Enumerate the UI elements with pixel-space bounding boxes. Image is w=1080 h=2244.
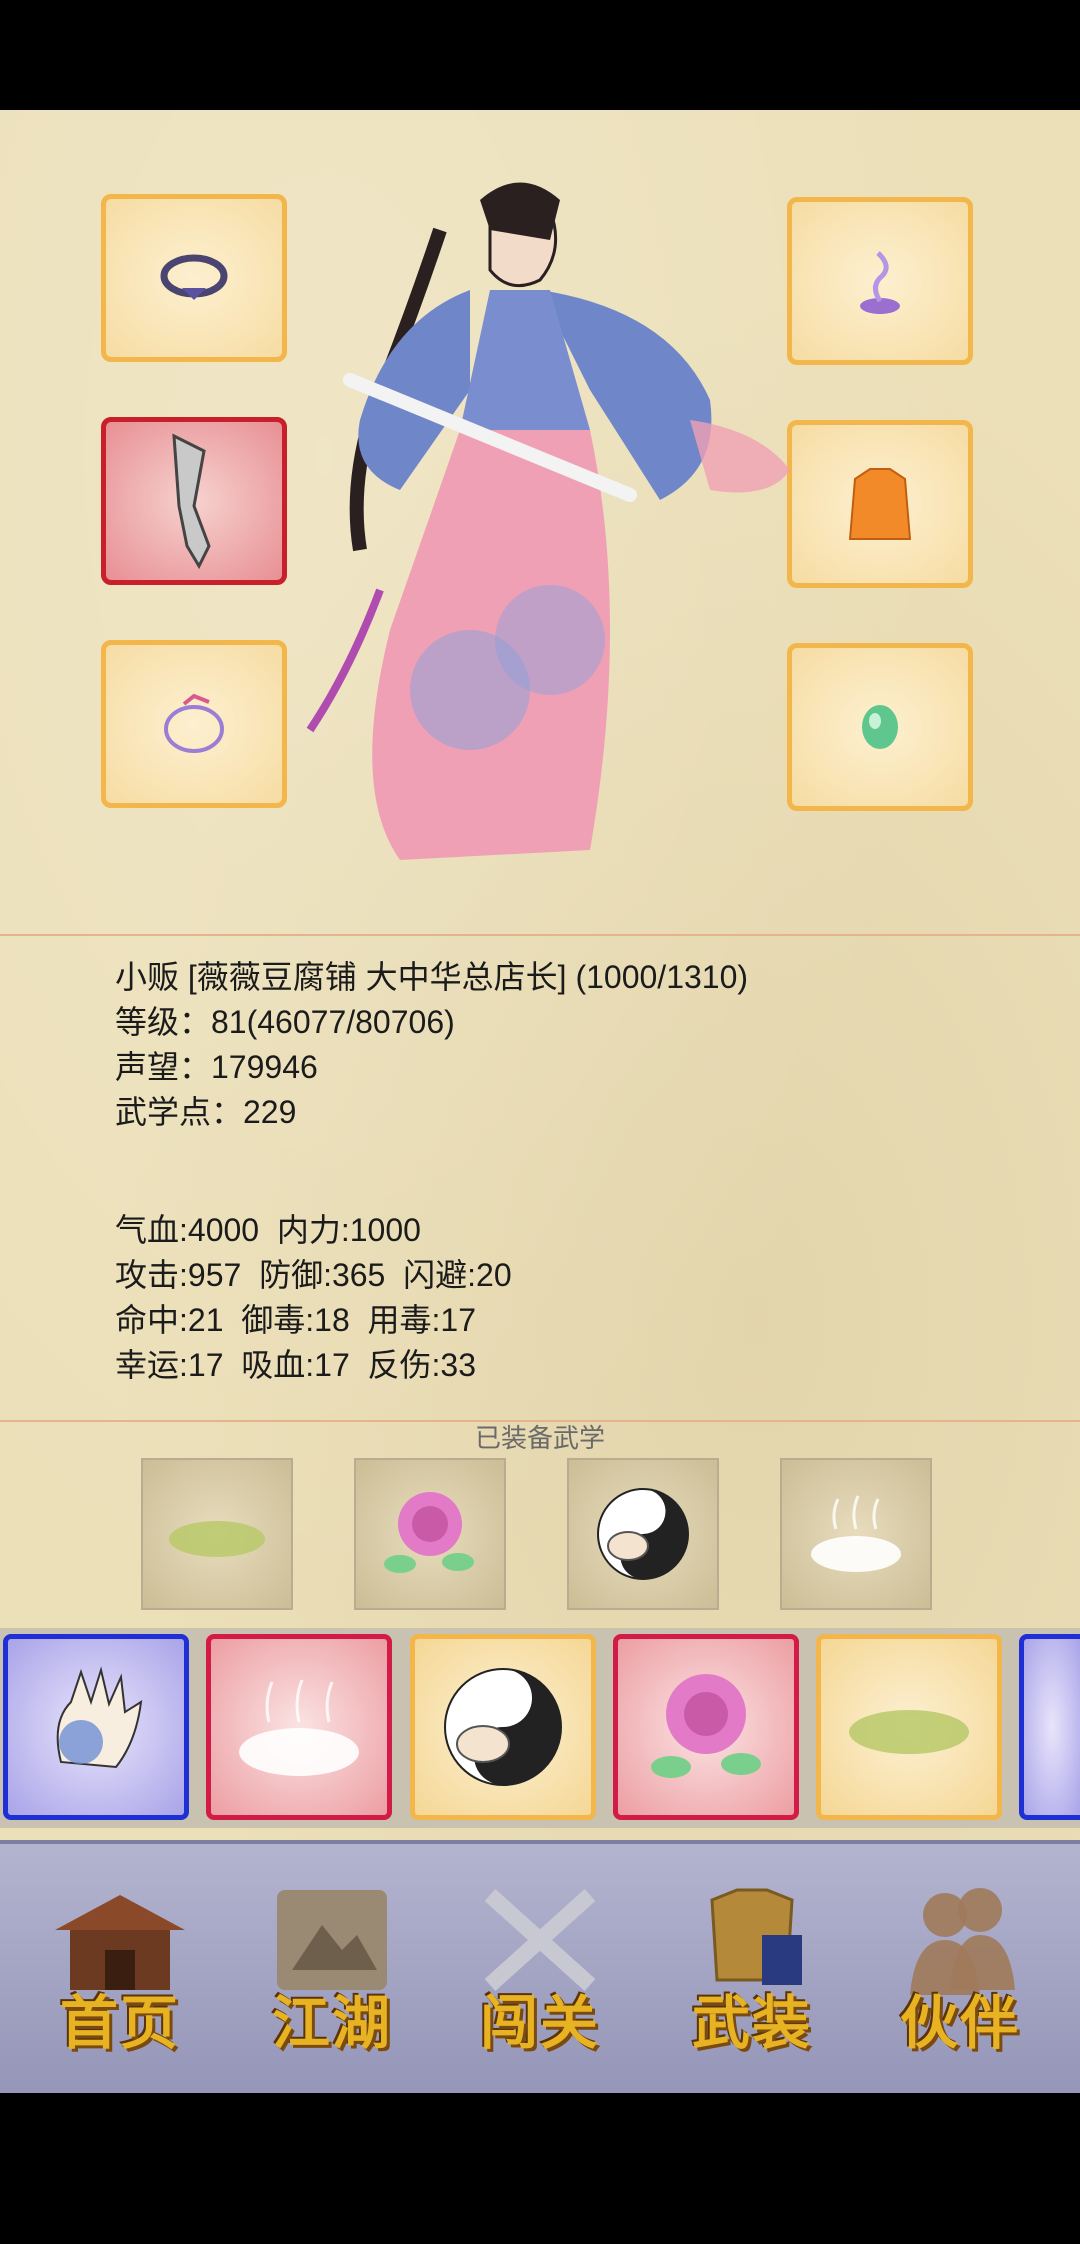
divider-top xyxy=(0,934,1080,936)
green-leaf-skill-icon xyxy=(169,1521,265,1557)
rose-skill-icon xyxy=(651,1674,761,1778)
nav-partner[interactable]: 伙伴 xyxy=(875,1880,1045,2060)
nav-jianghu[interactable]: 江湖 xyxy=(247,1880,417,2060)
stats-row-1: 气血:4000 内力:1000 xyxy=(115,1212,421,1248)
mist-skill-icon xyxy=(239,1679,359,1776)
nav-home-label: 首页 xyxy=(59,1989,180,2057)
skill-card-2[interactable] xyxy=(206,1634,392,1820)
incense-icon xyxy=(860,251,900,314)
status-bar-area xyxy=(0,0,1080,110)
necklace-icon xyxy=(160,254,228,300)
skill-card-1[interactable] xyxy=(3,1634,189,1820)
palm-strike-skill-icon xyxy=(56,1666,143,1769)
equip-slot-gem[interactable] xyxy=(787,643,973,811)
character-title-line: 小贩 [薇薇豆腐铺 大中华总店长] (1000/1310) xyxy=(115,959,749,995)
character-reputation-line: 声望：179946 xyxy=(115,1049,318,1085)
rose-skill-icon xyxy=(384,1492,474,1573)
character-portrait xyxy=(306,182,790,860)
ring-icon xyxy=(164,693,224,753)
stats-row-3: 命中:21 御毒:18 用毒:17 xyxy=(115,1302,477,1338)
system-nav-area xyxy=(0,2093,1080,2244)
equipped-skill-1[interactable] xyxy=(141,1458,293,1610)
yin-yang-fist-skill-icon xyxy=(597,1488,689,1580)
nav-partner-label: 伙伴 xyxy=(899,1989,1020,2057)
skill-card-4[interactable] xyxy=(613,1634,799,1820)
skill-card-5[interactable] xyxy=(816,1634,1002,1820)
yin-yang-fist-skill-icon xyxy=(444,1668,562,1786)
nav-challenge[interactable]: 闯关 xyxy=(455,1880,625,2060)
nav-equipment-label: 武装 xyxy=(691,1989,812,2057)
equip-slot-weapon[interactable] xyxy=(101,417,287,585)
character-info: 小贩 [薇薇豆腐铺 大中华总店长] (1000/1310) 等级：81(4607… xyxy=(115,955,748,1135)
armor-icon xyxy=(848,468,912,540)
equipped-skill-4[interactable] xyxy=(780,1458,932,1610)
green-leaf-skill-icon xyxy=(849,1710,969,1754)
nav-equipment[interactable]: 武装 xyxy=(667,1880,837,2060)
nav-challenge-label: 闯关 xyxy=(479,1989,600,2057)
stats-row-4: 幸运:17 吸血:17 反伤:33 xyxy=(115,1347,477,1383)
character-martial-points-line: 武学点：229 xyxy=(115,1094,297,1130)
sword-icon xyxy=(172,433,211,570)
equip-slot-ring[interactable] xyxy=(101,640,287,808)
character-stats: 气血:4000 内力:1000 攻击:957 防御:365 闪避:20 命中:2… xyxy=(115,1208,512,1388)
skill-card-3[interactable] xyxy=(410,1634,596,1820)
skill-card-6-partial[interactable] xyxy=(1019,1634,1080,1820)
nav-home[interactable]: 首页 xyxy=(35,1880,205,2060)
equipped-martial-title: 已装备武学 xyxy=(474,1423,605,1453)
character-level-line: 等级：81(46077/80706) xyxy=(115,1004,455,1040)
equip-slot-armor[interactable] xyxy=(787,420,973,588)
equipped-skill-3[interactable] xyxy=(567,1458,719,1610)
equip-slot-accessory[interactable] xyxy=(787,197,973,365)
equipped-skill-2[interactable] xyxy=(354,1458,506,1610)
equip-slot-necklace[interactable] xyxy=(101,194,287,362)
mist-skill-icon xyxy=(811,1495,901,1572)
nav-jianghu-label: 江湖 xyxy=(271,1989,392,2057)
jade-gem-icon xyxy=(862,705,898,749)
stats-row-2: 攻击:957 防御:365 闪避:20 xyxy=(115,1257,512,1293)
